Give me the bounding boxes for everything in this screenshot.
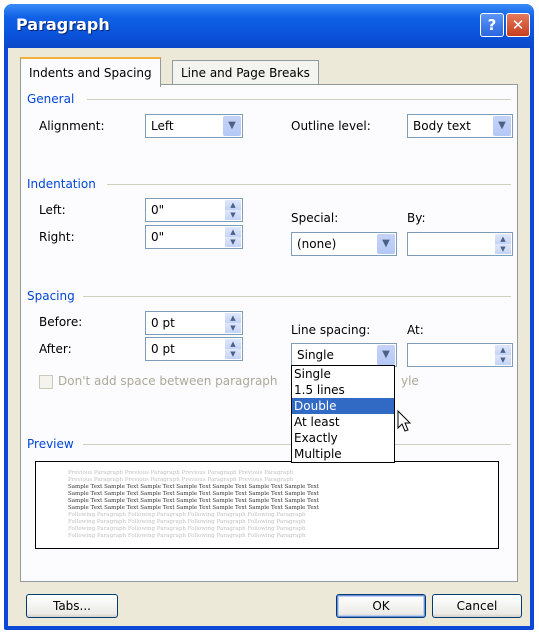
dialog-title: Paragraph — [16, 15, 110, 34]
help-icon: ? — [487, 16, 497, 34]
spin-up-icon[interactable]: ▲ — [495, 345, 511, 355]
dont-add-space-label-tail: yle — [401, 374, 419, 388]
outline-level-select[interactable]: Body text ▼ — [407, 114, 513, 138]
general-heading: General — [27, 92, 75, 106]
spin-down-icon[interactable]: ▼ — [225, 323, 241, 333]
preview-heading: Preview — [27, 437, 74, 451]
dont-add-space-checkbox[interactable] — [39, 375, 53, 389]
right-indent-label: Right: — [39, 230, 75, 244]
preview-previous-line: Previous Paragraph Previous Paragraph Pr… — [68, 470, 294, 476]
preview-following-line: Following Paragraph Following Paragraph … — [68, 533, 306, 539]
preview-sample-line: Sample Text Sample Text Sample Text Samp… — [68, 498, 319, 504]
tab-indents-and-spacing[interactable]: Indents and Spacing — [20, 57, 161, 87]
by-spinner[interactable]: ▲ ▼ — [407, 232, 513, 256]
outline-level-value: Body text — [413, 119, 471, 133]
left-indent-label: Left: — [39, 203, 66, 217]
spin-down-icon[interactable]: ▼ — [225, 349, 241, 359]
special-label: Special: — [291, 211, 339, 225]
special-value: (none) — [297, 237, 337, 251]
dropdown-option-multiple[interactable]: Multiple — [292, 446, 394, 462]
mouse-pointer-icon — [397, 410, 412, 432]
at-spinner[interactable]: ▲ ▼ — [407, 343, 513, 367]
chevron-down-icon[interactable]: ▼ — [377, 234, 395, 254]
right-indent-spinner[interactable]: 0" ▲ ▼ — [145, 225, 243, 249]
preview-text: Previous Paragraph Previous Paragraph Pr… — [68, 470, 319, 540]
line-spacing-select[interactable]: Single ▼ — [291, 343, 397, 367]
by-label: By: — [407, 211, 426, 225]
tab-label: Indents and Spacing — [29, 66, 152, 80]
chevron-down-icon[interactable]: ▼ — [223, 116, 241, 136]
after-value: 0 pt — [151, 342, 175, 356]
divider — [87, 99, 511, 100]
dropdown-option-at-least[interactable]: At least — [292, 414, 394, 430]
dropdown-option-single[interactable]: Single — [292, 366, 394, 382]
spin-up-icon[interactable]: ▲ — [495, 234, 511, 244]
dropdown-option-double[interactable]: Double — [292, 398, 394, 414]
tabs-button-label: Tabs... — [52, 599, 91, 613]
right-indent-value: 0" — [151, 230, 165, 244]
preview-box: Previous Paragraph Previous Paragraph Pr… — [35, 461, 499, 549]
tab-label: Line and Page Breaks — [181, 66, 310, 80]
line-spacing-value: Single — [297, 348, 334, 362]
spin-down-icon[interactable]: ▼ — [225, 237, 241, 247]
before-label: Before: — [39, 315, 83, 329]
alignment-label: Alignment: — [39, 119, 105, 133]
spin-up-icon[interactable]: ▲ — [225, 313, 241, 323]
after-label: After: — [39, 342, 72, 356]
close-button[interactable]: ✕ — [506, 13, 530, 37]
cancel-button[interactable]: Cancel — [432, 594, 522, 618]
before-value: 0 pt — [151, 316, 175, 330]
ok-button-label: OK — [372, 599, 390, 613]
spin-up-icon[interactable]: ▲ — [225, 339, 241, 349]
dropdown-option-exactly[interactable]: Exactly — [292, 430, 394, 446]
before-spinner[interactable]: 0 pt ▲ ▼ — [145, 311, 243, 335]
preview-following-line: Following Paragraph Following Paragraph … — [68, 526, 306, 532]
dialog-body: Indents and Spacing Line and Page Breaks… — [8, 48, 530, 626]
left-indent-spinner[interactable]: 0" ▲ ▼ — [145, 198, 243, 222]
indentation-heading: Indentation — [27, 177, 96, 191]
preview-sample-line: Sample Text Sample Text Sample Text Samp… — [68, 505, 319, 511]
title-bar[interactable]: Paragraph ? ✕ — [4, 4, 534, 48]
dont-add-space-label: Don't add space between paragraph — [58, 374, 278, 388]
line-spacing-dropdown: Single 1.5 lines Double At least Exactly… — [291, 365, 395, 463]
spin-down-icon[interactable]: ▼ — [495, 355, 511, 365]
chevron-down-icon[interactable]: ▼ — [377, 345, 395, 365]
alignment-value: Left — [151, 119, 174, 133]
cancel-button-label: Cancel — [456, 599, 498, 613]
chevron-down-icon[interactable]: ▼ — [493, 116, 511, 136]
special-select[interactable]: (none) ▼ — [291, 232, 397, 256]
tab-line-and-page-breaks[interactable]: Line and Page Breaks — [172, 60, 319, 85]
divider — [107, 184, 511, 185]
alignment-select[interactable]: Left ▼ — [145, 114, 243, 138]
tabs-button[interactable]: Tabs... — [26, 594, 118, 618]
preview-sample-line: Sample Text Sample Text Sample Text Samp… — [68, 484, 319, 490]
preview-following-line: Following Paragraph Following Paragraph … — [68, 519, 306, 525]
tab-panel: General Alignment: Left ▼ Outline level:… — [20, 84, 518, 582]
line-spacing-label: Line spacing: — [291, 323, 371, 337]
after-spinner[interactable]: 0 pt ▲ ▼ — [145, 337, 243, 361]
spin-up-icon[interactable]: ▲ — [225, 200, 241, 210]
preview-following-line: Following Paragraph Following Paragraph … — [68, 512, 306, 518]
spacing-heading: Spacing — [27, 289, 75, 303]
spin-up-icon[interactable]: ▲ — [225, 227, 241, 237]
paragraph-dialog: Paragraph ? ✕ Indents and Spacing Line a… — [4, 4, 534, 630]
preview-previous-line: Previous Paragraph Previous Paragraph Pr… — [68, 477, 294, 483]
spin-down-icon[interactable]: ▼ — [495, 244, 511, 254]
spin-down-icon[interactable]: ▼ — [225, 210, 241, 220]
ok-button[interactable]: OK — [336, 594, 426, 618]
outline-level-label: Outline level: — [291, 119, 371, 133]
left-indent-value: 0" — [151, 203, 165, 217]
help-button[interactable]: ? — [480, 13, 504, 37]
divider — [83, 296, 511, 297]
close-icon: ✕ — [511, 16, 525, 34]
dropdown-option-1-5-lines[interactable]: 1.5 lines — [292, 382, 394, 398]
preview-sample-line: Sample Text Sample Text Sample Text Samp… — [68, 491, 319, 497]
at-label: At: — [407, 323, 424, 337]
